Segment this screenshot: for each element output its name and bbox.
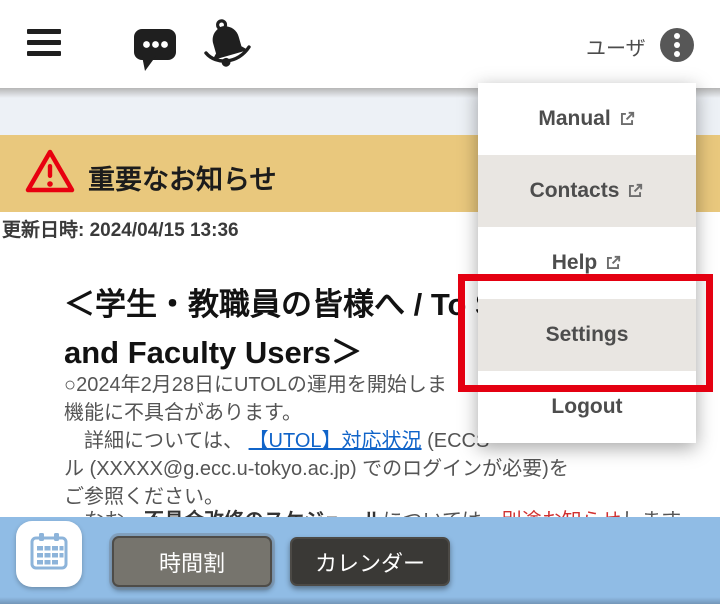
menu-item-label: Settings — [545, 323, 629, 346]
menu-item-help[interactable]: Help — [478, 227, 696, 299]
article-paragraph-line: ○2024年2月28日にUTOLの運用を開始しま — [64, 374, 447, 396]
user-dropdown-menu: Manual Contacts Help Settings Logout — [478, 83, 696, 443]
menu-item-label: Logout — [551, 395, 623, 418]
calendar-icon — [28, 531, 70, 578]
external-link-icon — [626, 182, 644, 200]
calendar-button[interactable]: カレンダー — [290, 537, 450, 586]
updated-timestamp: 更新日時: 2024/04/15 13:36 — [2, 220, 239, 241]
user-label: ユーザ — [586, 38, 646, 60]
article-paragraph-line: 機能に不具合があります。 — [64, 402, 302, 424]
menu-item-manual[interactable]: Manual — [478, 83, 696, 155]
menu-item-label: Contacts — [529, 179, 620, 202]
menu-item-logout[interactable]: Logout — [478, 371, 696, 443]
article-paragraph-line: ル (XXXXX@g.ecc.u-tokyo.ac.jp) でのログインが必要)… — [64, 458, 569, 480]
kebab-menu-icon[interactable] — [660, 28, 694, 62]
utol-status-link[interactable]: 【UTOL】対応状況 — [249, 430, 422, 452]
menu-item-label: Help — [551, 251, 598, 274]
paragraph-text: 詳細については、 — [64, 430, 249, 452]
menu-item-contacts[interactable]: Contacts — [478, 155, 696, 227]
menu-item-settings[interactable]: Settings — [478, 299, 696, 371]
calendar-tile-button[interactable] — [16, 521, 82, 587]
notice-banner-title: 重要なお知らせ — [88, 165, 277, 195]
external-link-icon — [604, 254, 622, 272]
article-heading-line2: and Faculty Users＞ — [64, 335, 363, 370]
chat-icon[interactable] — [132, 26, 180, 77]
warning-icon — [24, 146, 76, 201]
bell-icon[interactable] — [200, 18, 254, 75]
external-link-icon — [618, 110, 636, 128]
hamburger-menu-icon[interactable] — [27, 29, 61, 56]
menu-item-label: Manual — [538, 107, 611, 130]
article-heading-line1: ＜学生・教職員の皆様へ / To S — [64, 287, 496, 322]
article-paragraph-line: 詳細については、 【UTOL】対応状況 (ECCS — [64, 424, 489, 453]
timetable-button[interactable]: 時間割 — [112, 536, 272, 587]
